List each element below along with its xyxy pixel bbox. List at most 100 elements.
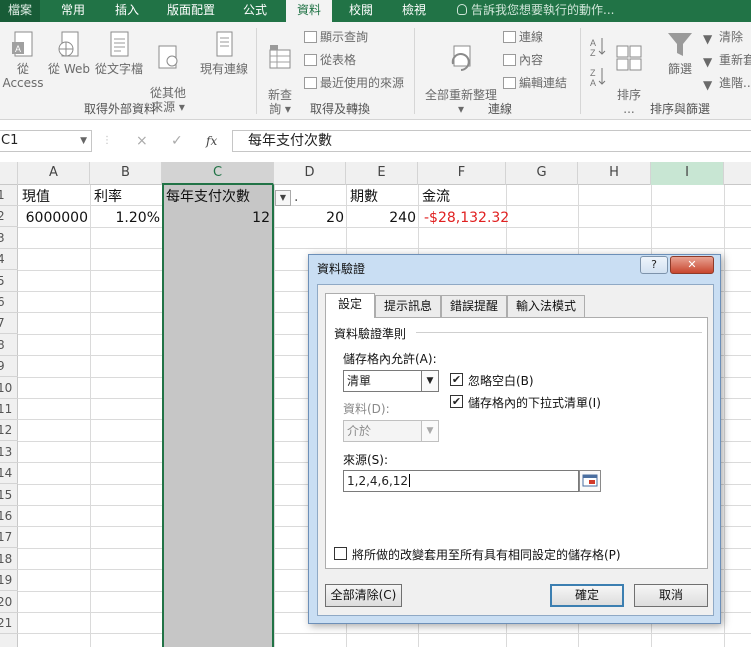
- validation-dropdown-button[interactable]: ▼: [275, 190, 291, 206]
- cancel-button[interactable]: 取消: [634, 584, 708, 607]
- row-header-1[interactable]: 1: [0, 185, 18, 206]
- data-label: 資料(D):: [343, 402, 390, 416]
- cell-a1[interactable]: 現值: [22, 187, 50, 208]
- tab-settings[interactable]: 設定: [325, 293, 375, 318]
- cell-a2[interactable]: 6000000: [18, 208, 88, 229]
- select-all-corner[interactable]: [0, 162, 18, 185]
- name-box-value: C1: [1, 133, 19, 148]
- column-header-i[interactable]: I: [651, 162, 724, 185]
- column-header-g[interactable]: G: [506, 162, 578, 185]
- column-gridline: [724, 185, 725, 647]
- name-box-dropdown-icon[interactable]: ▼: [80, 131, 87, 151]
- row-header-4[interactable]: 4: [0, 249, 18, 271]
- tab-home[interactable]: 常用: [50, 0, 96, 22]
- tab-formulas[interactable]: 公式: [232, 0, 278, 22]
- formula-bar-drag-handle[interactable]: ⋮: [102, 130, 112, 152]
- reapply-button[interactable]: ▼ 重新套: [703, 51, 751, 69]
- existing-connections-button[interactable]: 現有連線: [196, 30, 252, 76]
- row-header-5[interactable]: 5: [0, 271, 18, 292]
- insert-function-icon[interactable]: fx: [206, 130, 217, 152]
- help-button[interactable]: ?: [640, 256, 668, 274]
- row-header-2[interactable]: 2: [0, 206, 18, 228]
- cancel-icon[interactable]: ×: [136, 130, 148, 152]
- row-header-21[interactable]: 21: [0, 613, 18, 634]
- in-cell-dropdown-checkbox[interactable]: ✔: [450, 395, 463, 408]
- from-web-button[interactable]: 從 Web: [46, 30, 92, 76]
- tab-error-alert[interactable]: 錯誤提醒: [441, 295, 507, 317]
- properties-button[interactable]: 內容: [503, 51, 543, 69]
- row-header-19[interactable]: 19: [0, 570, 18, 592]
- column-header-a[interactable]: A: [18, 162, 90, 185]
- cell-d1[interactable]: .: [294, 187, 298, 208]
- filter-button[interactable]: 篩選: [660, 30, 700, 76]
- tab-page-layout[interactable]: 版面配置: [158, 0, 224, 22]
- cell-c2[interactable]: 12: [164, 208, 270, 229]
- enter-icon[interactable]: ✓: [171, 130, 183, 152]
- sort-az-button[interactable]: AZZA: [588, 32, 608, 88]
- row-header-11[interactable]: 11: [0, 399, 18, 420]
- clear-filter-button[interactable]: ▼ 清除: [703, 28, 743, 46]
- connections-button[interactable]: 連線: [503, 28, 543, 46]
- cell-e1[interactable]: 期數: [350, 187, 378, 208]
- collapse-dialog-icon: [582, 474, 598, 487]
- apply-all-checkbox[interactable]: [334, 547, 347, 560]
- close-button[interactable]: ✕: [670, 256, 714, 274]
- row-header-6[interactable]: 6: [0, 292, 18, 313]
- row-header-15[interactable]: 15: [0, 485, 18, 506]
- allow-select[interactable]: 清單 ▼: [343, 370, 439, 392]
- from-table-button[interactable]: 從表格: [304, 51, 356, 69]
- formula-input[interactable]: 每年支付次數: [232, 130, 751, 152]
- row-header-14[interactable]: 14: [0, 463, 18, 485]
- cell-c1[interactable]: 每年支付次數: [166, 187, 250, 208]
- cell-d2[interactable]: 20: [274, 208, 344, 229]
- selected-column-c[interactable]: [162, 185, 274, 647]
- data-select[interactable]: 介於 ▼: [343, 420, 439, 442]
- row-header-20[interactable]: 20: [0, 592, 18, 613]
- row-header-18[interactable]: 18: [0, 549, 18, 570]
- chevron-down-icon[interactable]: ▼: [421, 421, 438, 441]
- source-input[interactable]: 1,2,4,6,12: [343, 470, 579, 492]
- cell-f1[interactable]: 金流: [422, 187, 450, 208]
- column-header-b[interactable]: B: [90, 162, 162, 185]
- row-header-16[interactable]: 16: [0, 506, 18, 527]
- tell-me-box[interactable]: 告訴我您想要執行的動作...: [457, 0, 614, 22]
- tab-file[interactable]: 檔案: [0, 0, 40, 22]
- settings-panel: 資料驗證準則 儲存格內允許(A): 清單 ▼ ✔ 忽略空白(B) ✔ 儲存格內的…: [325, 317, 708, 569]
- tab-insert[interactable]: 插入: [104, 0, 150, 22]
- from-text-button[interactable]: 從文字檔: [92, 30, 146, 76]
- tab-review[interactable]: 校閱: [338, 0, 384, 22]
- row-header-13[interactable]: 13: [0, 442, 18, 463]
- column-header-h[interactable]: H: [578, 162, 651, 185]
- column-header-d[interactable]: D: [274, 162, 346, 185]
- cell-f2[interactable]: -$28,132.32: [424, 208, 509, 229]
- edit-links-button[interactable]: 編輯連結: [503, 74, 567, 92]
- name-box[interactable]: C1 ▼: [0, 130, 92, 152]
- cell-b2[interactable]: 1.20%: [90, 208, 160, 229]
- row-header-7[interactable]: 7: [0, 313, 18, 335]
- column-header-e[interactable]: E: [346, 162, 418, 185]
- from-access-button[interactable]: A 從 Access: [0, 30, 46, 90]
- cell-b1[interactable]: 利率: [94, 187, 122, 208]
- column-header-c[interactable]: C: [162, 162, 274, 185]
- row-header-8[interactable]: 8: [0, 335, 18, 356]
- ok-button[interactable]: 確定: [550, 584, 624, 607]
- tab-view[interactable]: 檢視: [391, 0, 437, 22]
- allow-value: 清單: [347, 374, 372, 388]
- row-header-9[interactable]: 9: [0, 356, 18, 378]
- range-select-button[interactable]: [579, 470, 601, 492]
- tab-input-message[interactable]: 提示訊息: [375, 295, 441, 317]
- cell-e2[interactable]: 240: [346, 208, 416, 229]
- clear-all-button[interactable]: 全部清除(C): [325, 584, 402, 607]
- chevron-down-icon[interactable]: ▼: [421, 371, 438, 391]
- row-header-3[interactable]: 3: [0, 228, 18, 249]
- advanced-filter-button[interactable]: ▼ 進階...: [703, 74, 751, 92]
- row-header-10[interactable]: 10: [0, 378, 18, 399]
- ignore-blank-checkbox[interactable]: ✔: [450, 373, 463, 386]
- recent-sources-button[interactable]: 最近使用的來源: [304, 74, 404, 92]
- row-header-12[interactable]: 12: [0, 420, 18, 442]
- column-header-f[interactable]: F: [418, 162, 506, 185]
- show-queries-button[interactable]: 顯示查詢: [304, 28, 368, 46]
- tab-data[interactable]: 資料: [286, 0, 332, 23]
- tab-ime-mode[interactable]: 輸入法模式: [507, 295, 585, 317]
- row-header-17[interactable]: 17: [0, 527, 18, 549]
